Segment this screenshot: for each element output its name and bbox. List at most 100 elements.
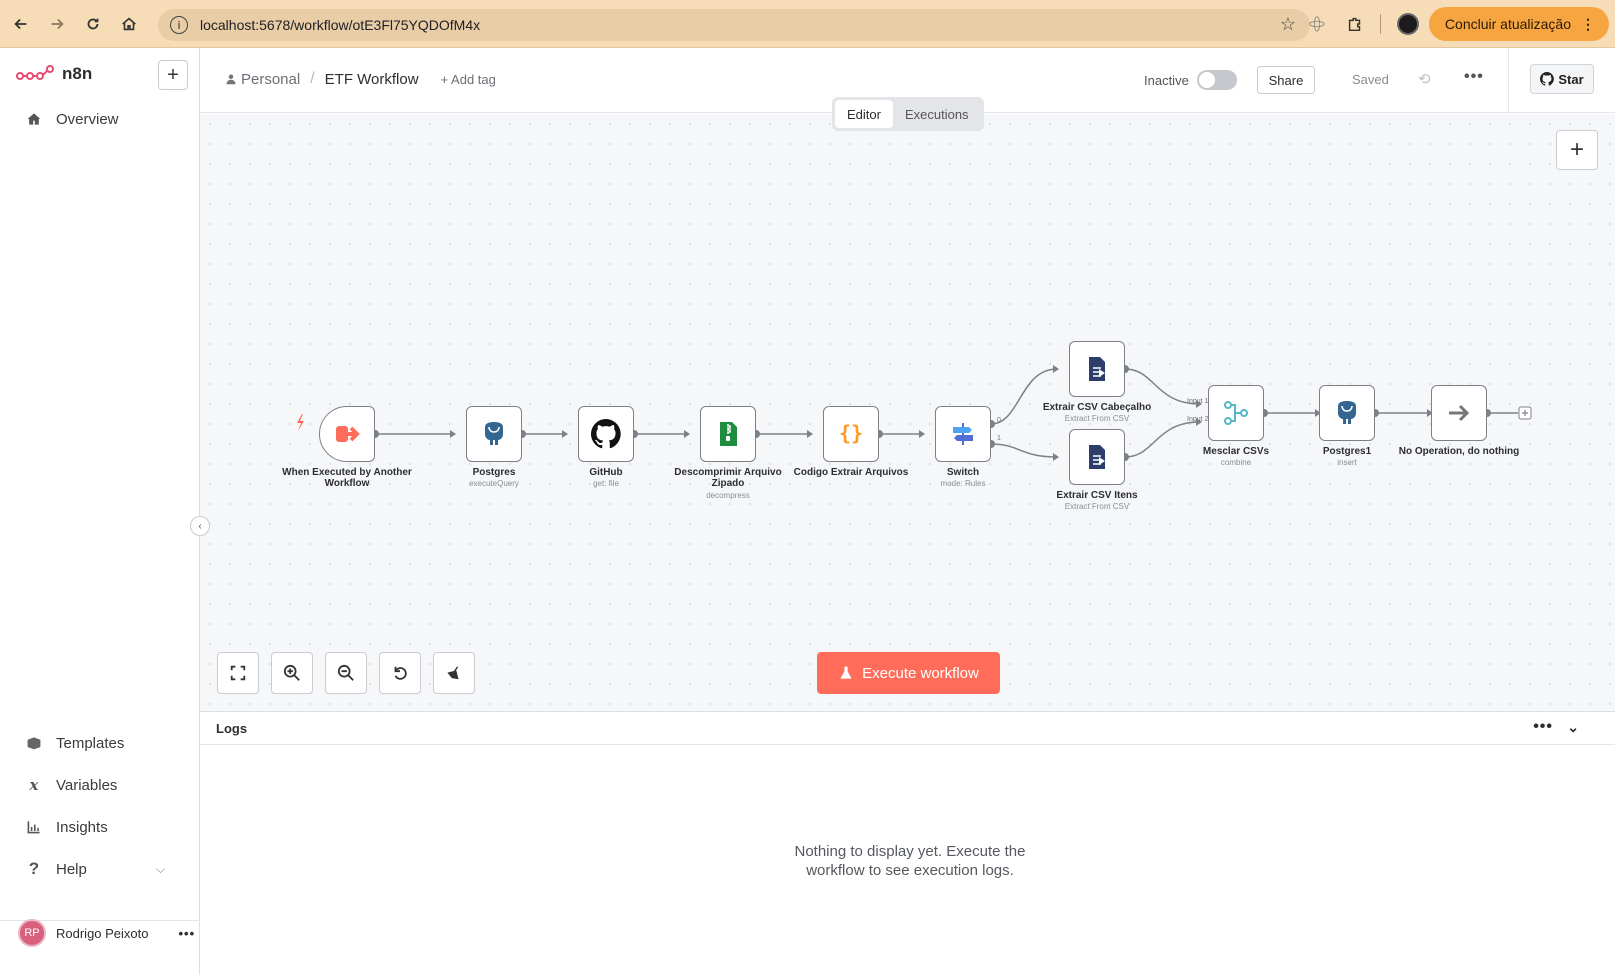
input-arrow xyxy=(684,430,690,438)
workflow-canvas[interactable]: When Executed by Another Workflow Postgr… xyxy=(200,114,1615,711)
logs-title: Logs xyxy=(216,720,248,736)
arrow-right-icon xyxy=(1449,404,1470,422)
variable-icon: x xyxy=(29,776,39,794)
zoom-out-button[interactable] xyxy=(325,652,367,694)
status-label: Inactive xyxy=(1144,72,1189,88)
node-subtitle: Extract From CSV xyxy=(1064,502,1130,511)
extensions-puzzle-icon[interactable] xyxy=(1344,13,1366,35)
node-execute-workflow-trigger[interactable] xyxy=(319,406,375,462)
add-tag-button[interactable]: + Add tag xyxy=(441,72,496,87)
logs-empty-message: Nothing to display yet. Execute the work… xyxy=(794,843,1026,879)
reset-zoom-button[interactable] xyxy=(379,652,421,694)
user-more-icon[interactable]: ••• xyxy=(179,926,196,941)
share-button[interactable]: Share xyxy=(1257,66,1315,94)
sidebar-item-overview[interactable]: Overview xyxy=(24,109,119,129)
node-subtitle: executeQuery xyxy=(469,479,519,488)
node-code[interactable]: {} xyxy=(823,406,879,462)
zoom-in-icon xyxy=(283,664,300,681)
active-toggle[interactable] xyxy=(1196,70,1237,90)
update-button[interactable]: Concluir atualização ⋮ xyxy=(1428,7,1609,41)
switch-output-label: 1 xyxy=(997,435,1001,442)
execute-label: Execute workflow xyxy=(862,664,979,682)
fit-view-button[interactable] xyxy=(217,652,259,694)
node-label: Postgres1 xyxy=(1322,446,1372,457)
github-icon xyxy=(591,419,621,449)
node-label: Switch xyxy=(946,467,980,478)
sign-out-icon xyxy=(336,426,360,442)
svg-text:{}: {} xyxy=(839,421,863,445)
project-name: Personal xyxy=(241,70,301,88)
user-icon xyxy=(226,74,236,85)
forward-icon[interactable] xyxy=(42,9,72,39)
sidebar-item-templates[interactable]: Templates xyxy=(24,733,124,753)
node-postgres1[interactable] xyxy=(1319,385,1375,441)
logs-header[interactable]: Logs ••• ⌄ xyxy=(200,712,1615,745)
node-compression[interactable] xyxy=(700,406,756,462)
tidy-up-button[interactable] xyxy=(433,652,475,694)
workflow-name[interactable]: ETF Workflow xyxy=(325,71,419,88)
node-merge[interactable] xyxy=(1208,385,1264,441)
toolbar-divider xyxy=(1379,14,1381,34)
extension-react-icon[interactable] xyxy=(1306,13,1328,35)
github-star-button[interactable]: Star xyxy=(1530,64,1594,94)
node-label: Postgres xyxy=(472,467,516,478)
view-tabs: Editor Executions xyxy=(832,97,984,131)
tab-executions[interactable]: Executions xyxy=(893,100,981,128)
node-label: Codigo Extrair Arquivos xyxy=(793,467,909,478)
back-icon[interactable] xyxy=(6,9,36,39)
input-arrow xyxy=(919,430,925,438)
node-github[interactable] xyxy=(578,406,634,462)
merge-icon xyxy=(1224,401,1248,425)
extract-file-icon xyxy=(1089,357,1105,381)
kebab-menu-icon[interactable]: ⋮ xyxy=(1581,16,1595,33)
avatar: RP xyxy=(18,919,46,947)
chart-icon xyxy=(24,817,44,837)
node-extract-csv-header[interactable] xyxy=(1069,341,1125,397)
node-postgres[interactable] xyxy=(466,406,522,462)
node-no-op[interactable] xyxy=(1431,385,1487,441)
user-menu[interactable]: RP Rodrigo Peixoto ••• xyxy=(18,919,195,947)
node-switch[interactable] xyxy=(935,406,991,462)
postgres-elephant-icon xyxy=(485,422,503,445)
reload-icon[interactable] xyxy=(78,9,108,39)
execute-workflow-button[interactable]: Execute workflow xyxy=(817,652,1000,694)
node-label: GitHub xyxy=(589,467,623,478)
sidebar-item-label: Variables xyxy=(56,776,118,794)
home-browser-icon[interactable] xyxy=(114,9,144,39)
bookmark-star-icon[interactable]: ☆ xyxy=(1280,14,1296,35)
add-node-button[interactable]: + xyxy=(1556,130,1598,170)
history-icon[interactable]: ⟲ xyxy=(1418,70,1431,88)
address-bar[interactable]: i localhost:5678/workflow/otE3Fl75YQDOfM… xyxy=(158,9,1310,41)
zip-file-icon xyxy=(720,422,737,446)
workflow-more-icon[interactable]: ••• xyxy=(1464,68,1484,86)
input-arrow xyxy=(450,430,456,438)
node-extract-csv-items[interactable] xyxy=(1069,429,1125,485)
node-label: Extrair CSV Cabeçalho xyxy=(1042,402,1152,413)
zoom-out-icon xyxy=(337,664,354,681)
broom-icon xyxy=(447,666,459,680)
node-label: No Operation, do nothing xyxy=(1398,446,1520,457)
collapse-sidebar-icon[interactable]: ‹ xyxy=(190,516,210,536)
breadcrumb-project[interactable]: Personal xyxy=(225,71,300,88)
logs-panel: Logs ••• ⌄ Nothing to display yet. Execu… xyxy=(200,711,1615,975)
zoom-in-button[interactable] xyxy=(271,652,313,694)
create-new-button[interactable]: + xyxy=(158,60,188,90)
profile-avatar[interactable] xyxy=(1396,13,1419,35)
site-info-icon[interactable]: i xyxy=(170,16,188,34)
node-subtitle: decompress xyxy=(706,491,750,500)
merge-input-label: Input 1 xyxy=(1187,398,1209,405)
connections xyxy=(297,365,1532,461)
sidebar-item-label: Insights xyxy=(56,818,108,836)
home-icon xyxy=(24,109,44,129)
logs-more-icon[interactable]: ••• xyxy=(1533,718,1553,736)
tab-editor[interactable]: Editor xyxy=(835,100,893,128)
code-braces-icon: {} xyxy=(839,421,863,445)
sidebar-item-insights[interactable]: Insights xyxy=(24,817,108,837)
chevron-down-icon[interactable]: ⌄ xyxy=(1567,719,1579,736)
postgres-elephant-icon xyxy=(1338,401,1356,424)
node-label: Extrair CSV Itens xyxy=(1056,490,1138,501)
sidebar-item-variables[interactable]: x Variables xyxy=(24,775,118,795)
box-icon xyxy=(24,733,44,753)
sidebar-item-help[interactable]: ? Help ⌵ xyxy=(24,859,165,879)
n8n-logo[interactable]: n8n xyxy=(16,64,92,84)
